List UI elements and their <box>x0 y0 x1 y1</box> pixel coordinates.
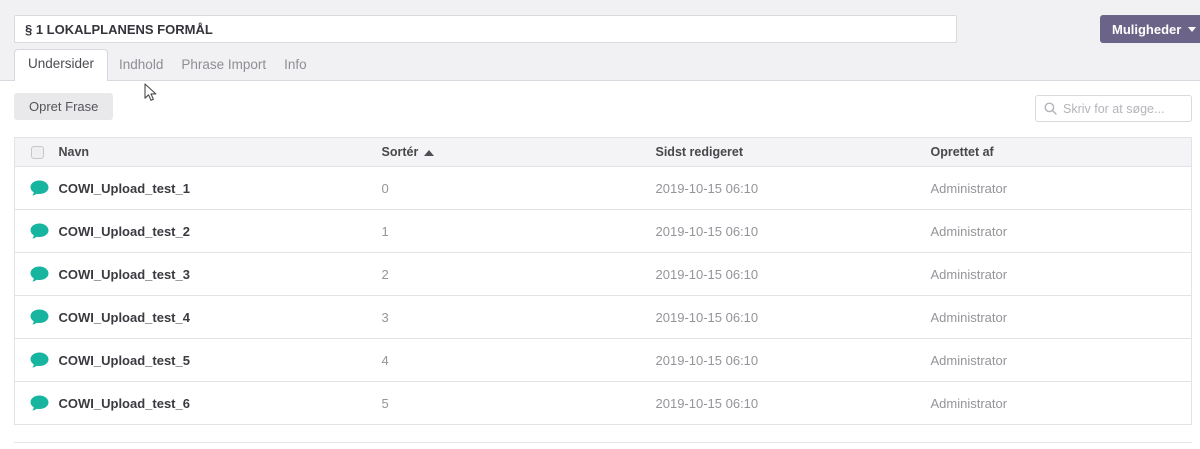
table-row[interactable]: COWI_Upload_test_5 4 2019-10-15 06:10 Ad… <box>14 338 1192 382</box>
select-all-checkbox[interactable] <box>31 145 44 159</box>
phrase-last-edited: 2019-10-15 06:10 <box>655 209 931 253</box>
tab-phrase-import[interactable]: Phrase Import <box>172 51 275 81</box>
phrase-bubble-icon <box>30 180 49 196</box>
phrase-name[interactable]: COWI_Upload_test_5 <box>58 338 382 382</box>
table-row[interactable]: COWI_Upload_test_6 5 2019-10-15 06:10 Ad… <box>14 381 1192 425</box>
column-header-navn[interactable]: Navn <box>58 137 382 167</box>
tab-undersider[interactable]: Undersider <box>14 49 109 81</box>
search-box[interactable] <box>1035 95 1192 122</box>
phrase-created-by: Administrator <box>930 166 1192 210</box>
column-header-oprettet-af[interactable]: Oprettet af <box>930 137 1192 167</box>
phrase-created-by: Administrator <box>930 252 1192 296</box>
options-dropdown-label: Muligheder <box>1112 21 1182 37</box>
table-header-row: Navn Sortér Sidst redigeret Oprettet af <box>14 137 1192 167</box>
phrase-created-by: Administrator <box>930 295 1192 339</box>
column-header-sorter[interactable]: Sortér <box>381 137 656 167</box>
phrase-bubble-icon <box>30 309 49 325</box>
phrase-last-edited: 2019-10-15 06:10 <box>655 166 931 210</box>
phrase-last-edited: 2019-10-15 06:10 <box>655 381 931 425</box>
phrase-bubble-icon <box>30 395 49 411</box>
phrase-bubble-icon <box>30 223 49 239</box>
phrase-last-edited: 2019-10-15 06:10 <box>655 295 931 339</box>
sort-ascending-icon[interactable] <box>424 149 435 156</box>
phrase-last-edited: 2019-10-15 06:10 <box>655 252 931 296</box>
phrase-created-by: Administrator <box>930 338 1192 382</box>
phrase-name[interactable]: COWI_Upload_test_2 <box>58 209 382 253</box>
phrase-sort: 3 <box>381 295 656 339</box>
phrase-name[interactable]: COWI_Upload_test_1 <box>58 166 382 210</box>
table-row[interactable]: COWI_Upload_test_3 2 2019-10-15 06:10 Ad… <box>14 252 1192 296</box>
table-row[interactable]: COWI_Upload_test_4 3 2019-10-15 06:10 Ad… <box>14 295 1192 339</box>
phrase-sort: 4 <box>381 338 656 382</box>
phrase-sort: 1 <box>381 209 656 253</box>
table-row[interactable]: COWI_Upload_test_1 0 2019-10-15 06:10 Ad… <box>14 166 1192 210</box>
page-title-input[interactable] <box>14 15 957 43</box>
phrase-name[interactable]: COWI_Upload_test_3 <box>58 252 382 296</box>
tab-bar: Undersider Indhold Phrase Import Info <box>14 49 316 81</box>
table-body: COWI_Upload_test_1 0 2019-10-15 06:10 Ad… <box>14 166 1192 425</box>
bottom-divider <box>14 442 1192 443</box>
create-phrase-button[interactable]: Opret Frase <box>14 93 114 120</box>
page-header: Muligheder Undersider Indhold Phrase Imp… <box>0 0 1200 81</box>
search-icon <box>1044 102 1057 115</box>
phrase-table: Navn Sortér Sidst redigeret Oprettet af … <box>14 137 1192 425</box>
phrase-sort: 2 <box>381 252 656 296</box>
phrase-bubble-icon <box>30 266 49 282</box>
chevron-down-icon <box>1188 26 1197 32</box>
column-header-sidst-redigeret[interactable]: Sidst redigeret <box>655 137 931 167</box>
tab-indhold[interactable]: Indhold <box>110 51 172 81</box>
content-area: Opret Frase Navn Sortér Sidst r <box>0 81 1200 449</box>
phrase-last-edited: 2019-10-15 06:10 <box>655 338 931 382</box>
tab-info[interactable]: Info <box>275 51 316 81</box>
options-dropdown-button[interactable]: Muligheder <box>1100 15 1200 43</box>
phrase-created-by: Administrator <box>930 209 1192 253</box>
search-input[interactable] <box>1063 101 1183 116</box>
select-all-cell <box>14 137 59 167</box>
phrase-sort: 0 <box>381 166 656 210</box>
phrase-name[interactable]: COWI_Upload_test_4 <box>58 295 382 339</box>
table-row[interactable]: COWI_Upload_test_2 1 2019-10-15 06:10 Ad… <box>14 209 1192 253</box>
phrase-name[interactable]: COWI_Upload_test_6 <box>58 381 382 425</box>
app: Muligheder Undersider Indhold Phrase Imp… <box>0 0 1200 449</box>
phrase-created-by: Administrator <box>930 381 1192 425</box>
phrase-bubble-icon <box>30 352 49 368</box>
phrase-sort: 5 <box>381 381 656 425</box>
